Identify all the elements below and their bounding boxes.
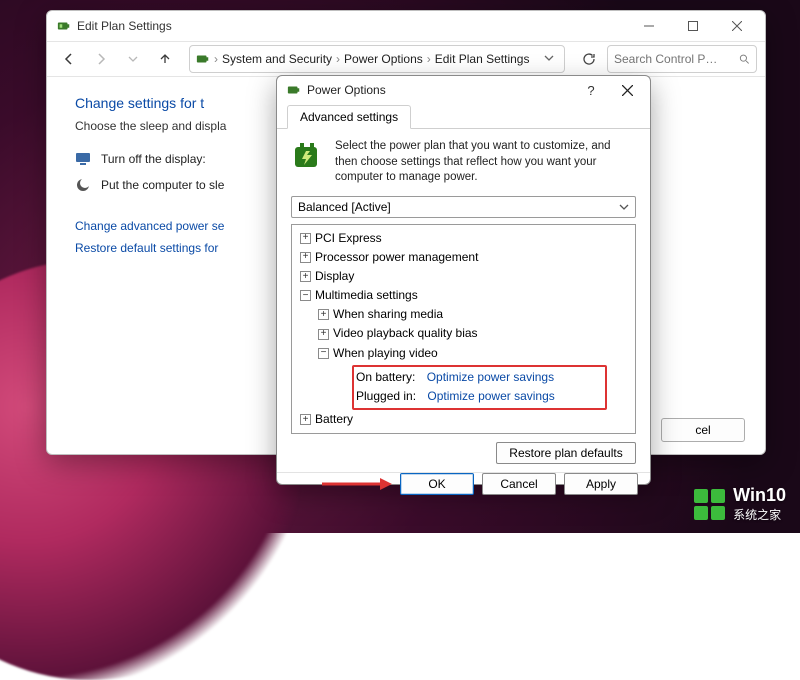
chevron-right-icon: › xyxy=(214,52,218,66)
search-icon xyxy=(739,53,750,65)
tab-advanced-settings[interactable]: Advanced settings xyxy=(287,105,411,129)
expand-icon[interactable] xyxy=(318,309,329,320)
battery-icon xyxy=(287,83,301,97)
battery-icon xyxy=(57,19,71,33)
up-button[interactable] xyxy=(151,45,179,73)
battery-large-icon xyxy=(291,139,325,173)
dialog-body: Select the power plan that you want to c… xyxy=(277,129,650,472)
dialog-title: Power Options xyxy=(307,83,574,97)
expand-icon[interactable] xyxy=(318,329,329,340)
annotation-arrow-icon xyxy=(322,476,392,492)
tabs-bar: Advanced settings xyxy=(277,104,650,129)
chevron-down-icon xyxy=(619,202,629,212)
minimize-button[interactable] xyxy=(627,11,671,41)
battery-icon xyxy=(196,52,210,66)
tree-node-pci[interactable]: PCI Express xyxy=(315,229,382,248)
refresh-button[interactable] xyxy=(575,45,603,73)
tree-node-battery[interactable]: Battery xyxy=(315,410,353,429)
power-options-dialog: Power Options ? Advanced settings Select… xyxy=(276,75,651,485)
breadcrumb-item[interactable]: Edit Plan Settings xyxy=(435,52,530,66)
expand-icon[interactable] xyxy=(300,271,311,282)
moon-icon xyxy=(75,177,91,193)
tree-node-quality-bias[interactable]: Video playback quality bias xyxy=(333,324,478,343)
tree-node-playing-video[interactable]: When playing video xyxy=(333,344,438,363)
collapse-icon[interactable] xyxy=(300,290,311,301)
address-bar[interactable]: › System and Security › Power Options › … xyxy=(189,45,565,73)
watermark-brand: Win10 xyxy=(733,485,786,506)
restore-defaults-button[interactable]: Restore plan defaults xyxy=(496,442,636,464)
search-input[interactable] xyxy=(614,52,733,66)
plugged-in-label: Plugged in: xyxy=(356,387,416,406)
dialog-footer: OK Cancel Apply xyxy=(277,472,650,495)
tree-node-processor[interactable]: Processor power management xyxy=(315,248,478,267)
display-off-label: Turn off the display: xyxy=(101,152,206,166)
description-row: Select the power plan that you want to c… xyxy=(291,139,636,186)
help-button[interactable]: ? xyxy=(574,76,608,104)
plan-dropdown[interactable]: Balanced [Active] xyxy=(291,196,636,218)
sleep-label: Put the computer to sle xyxy=(101,178,224,192)
recent-dropdown[interactable] xyxy=(119,45,147,73)
tree-node-sharing[interactable]: When sharing media xyxy=(333,305,443,324)
cancel-button[interactable]: Cancel xyxy=(482,473,556,495)
settings-tree[interactable]: PCI Express Processor power management D… xyxy=(291,224,636,435)
plan-value: Balanced [Active] xyxy=(298,200,391,214)
close-button[interactable] xyxy=(715,11,759,41)
breadcrumb-item[interactable]: System and Security xyxy=(222,52,332,66)
chevron-right-icon: › xyxy=(427,52,431,66)
highlight-box: On battery: Optimize power savings Plugg… xyxy=(352,365,607,410)
dialog-titlebar: Power Options ? xyxy=(277,76,650,104)
cancel-button[interactable]: cel xyxy=(661,418,745,442)
expand-icon[interactable] xyxy=(300,233,311,244)
expand-icon[interactable] xyxy=(300,414,311,425)
address-dropdown[interactable] xyxy=(540,52,558,66)
breadcrumb-item[interactable]: Power Options xyxy=(344,52,423,66)
chevron-right-icon: › xyxy=(336,52,340,66)
maximize-button[interactable] xyxy=(671,11,715,41)
dialog-close-button[interactable] xyxy=(610,76,644,104)
collapse-icon[interactable] xyxy=(318,348,329,359)
monitor-icon xyxy=(75,151,91,167)
apply-button[interactable]: Apply xyxy=(564,473,638,495)
on-battery-value[interactable]: Optimize power savings xyxy=(427,368,554,387)
back-button[interactable] xyxy=(55,45,83,73)
plugged-in-value[interactable]: Optimize power savings xyxy=(427,387,554,406)
tree-node-multimedia[interactable]: Multimedia settings xyxy=(315,286,418,305)
watermark: Win10 系统之家 xyxy=(694,485,786,523)
on-battery-label: On battery: xyxy=(356,368,415,387)
window-title: Edit Plan Settings xyxy=(77,19,627,33)
ok-button[interactable]: OK xyxy=(400,473,474,495)
expand-icon[interactable] xyxy=(300,252,311,263)
nav-toolbar: › System and Security › Power Options › … xyxy=(47,41,765,77)
search-box[interactable] xyxy=(607,45,757,73)
watermark-logo-icon xyxy=(694,489,725,520)
forward-button[interactable] xyxy=(87,45,115,73)
description-text: Select the power plan that you want to c… xyxy=(335,139,636,186)
tree-node-display[interactable]: Display xyxy=(315,267,354,286)
watermark-sub: 系统之家 xyxy=(733,506,786,523)
titlebar: Edit Plan Settings xyxy=(47,11,765,41)
